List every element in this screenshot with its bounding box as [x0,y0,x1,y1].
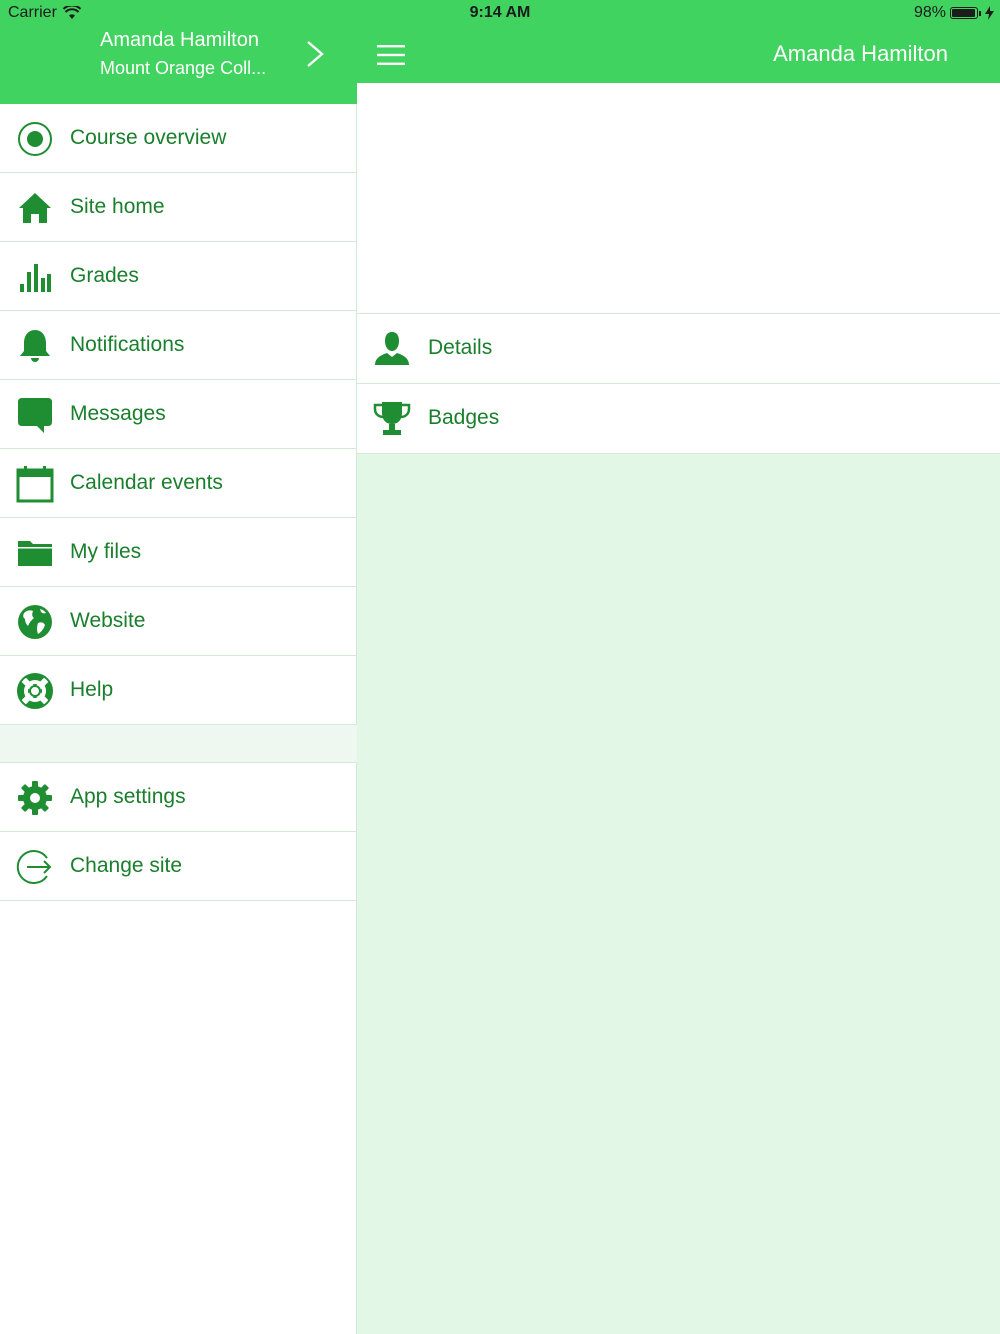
bell-icon [20,330,50,362]
battery-percent: 98% [913,4,946,21]
menu-item-label: Calendar events [70,471,223,494]
menu-item-label: Help [70,678,114,701]
course-overview-icon [18,122,52,156]
menu-item-app-settings[interactable]: App settings [0,763,357,832]
menu-item-grades[interactable]: Grades [0,242,357,311]
battery-icon [950,7,978,19]
side-menu-list: Course overview Site home Grades Notific… [0,104,357,901]
status-bar: Carrier 9:14 AM 98% [0,0,1000,26]
menu-item-site-home[interactable]: Site home [0,173,357,242]
menu-item-label: Messages [70,402,166,425]
menu-item-label: My files [70,540,142,563]
gear-icon [18,781,52,815]
top-toolbar: Amanda Hamilton [357,26,1000,83]
menu-item-change-site[interactable]: Change site [0,832,357,901]
globe-icon [18,605,52,639]
folder-icon [18,541,52,566]
user-options-list: Details Badges [357,314,1000,454]
menu-item-calendar-events[interactable]: Calendar events [0,449,357,518]
profile-header-area [357,83,1000,314]
chat-bubble-icon [18,398,52,433]
menu-item-label: App settings [70,785,186,808]
logout-icon [16,850,52,884]
menu-item-help[interactable]: Help [0,656,357,725]
list-item-label: Details [428,336,493,359]
calendar-icon [16,466,54,503]
menu-item-notifications[interactable]: Notifications [0,311,357,380]
hamburger-menu-icon[interactable] [377,43,405,67]
menu-item-label: Course overview [70,126,227,149]
status-time: 9:14 AM [469,4,531,21]
page-title: Amanda Hamilton [773,41,948,66]
menu-item-my-files[interactable]: My files [0,518,357,587]
site-name: Mount Orange Coll... [100,58,267,78]
menu-item-label: Notifications [70,333,185,356]
main-panel: Amanda Hamilton Details Badges [357,0,1000,1334]
side-menu: Amanda Hamilton Mount Orange Coll... Cou… [0,0,357,1334]
grades-chart-icon [20,264,51,292]
charging-bolt-icon [985,6,994,20]
user-name: Amanda Hamilton [100,29,259,51]
chevron-right-icon[interactable] [302,40,328,68]
menu-item-label: Website [70,609,146,632]
menu-divider [0,725,357,763]
menu-item-label: Change site [70,854,183,877]
menu-item-website[interactable]: Website [0,587,357,656]
list-item-badges[interactable]: Badges [357,384,1000,454]
menu-item-messages[interactable]: Messages [0,380,357,449]
menu-item-label: Site home [70,195,165,218]
home-icon [19,193,51,223]
menu-item-course-overview[interactable]: Course overview [0,104,357,173]
lifebuoy-icon [17,673,53,709]
menu-item-label: Grades [70,264,139,287]
list-item-details[interactable]: Details [357,314,1000,384]
side-menu-user-header[interactable]: Amanda Hamilton Mount Orange Coll... [0,26,357,104]
battery-indicator: 98% [914,4,994,22]
person-icon [375,332,409,365]
list-item-label: Badges [428,406,500,429]
trophy-icon [373,402,411,435]
